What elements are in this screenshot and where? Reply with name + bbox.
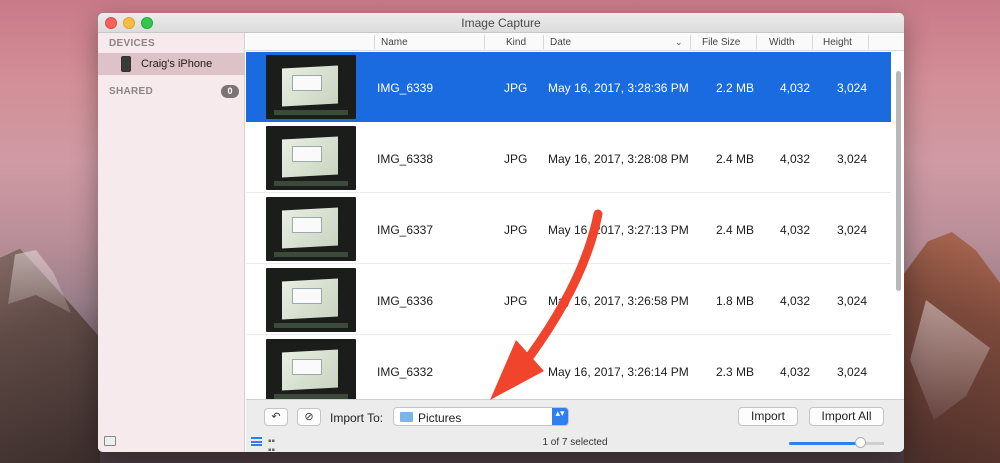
sort-chevron-icon[interactable]: ⌄ [675, 37, 683, 48]
phone-icon [121, 56, 131, 72]
device-name: Craig's iPhone [141, 58, 213, 70]
cell-file-size: 2.2 MB [715, 81, 754, 95]
cell-name: IMG_6338 [377, 152, 434, 166]
import-all-button[interactable]: Import All [809, 407, 884, 426]
cell-name: IMG_6332 [377, 365, 434, 379]
rotate-icon: ↶ [271, 411, 281, 423]
thumbnail [266, 55, 356, 119]
table-row[interactable]: IMG_6339 JPG May 16, 2017, 3:28:36 PM 2.… [246, 52, 891, 122]
column-divider [690, 35, 691, 49]
folder-icon [400, 412, 413, 422]
table-row[interactable]: IMG_6337 JPG May 16, 2017, 3:27:13 PM 2.… [246, 194, 891, 264]
cell-height: 3,024 [836, 365, 867, 379]
cell-file-size: 1.8 MB [715, 294, 754, 308]
column-divider [374, 35, 375, 49]
sidebar-toggle-icon[interactable] [104, 436, 116, 446]
cell-kind: JPG [504, 223, 528, 237]
column-divider [543, 35, 544, 49]
cell-kind: JPG [504, 294, 528, 308]
column-kind[interactable]: Kind [506, 37, 526, 48]
cell-date: May 16, 2017, 3:27:13 PM [548, 223, 689, 237]
select-arrows-icon: ▴▾ [552, 408, 568, 425]
cell-height: 3,024 [836, 223, 867, 237]
cell-kind: JPG [504, 81, 528, 95]
column-divider [812, 35, 813, 49]
column-date[interactable]: Date [550, 37, 571, 48]
cell-date: May 16, 2017, 3:26:58 PM [548, 294, 689, 308]
cell-date: May 16, 2017, 3:28:36 PM [548, 81, 689, 95]
cell-file-size: 2.4 MB [715, 152, 754, 166]
column-file-size[interactable]: File Size [702, 37, 740, 48]
sidebar-item-device[interactable]: Craig's iPhone [98, 53, 245, 75]
cell-width: 4,032 [779, 294, 810, 308]
column-height[interactable]: Height [823, 37, 852, 48]
cell-height: 3,024 [836, 81, 867, 95]
cell-file-size: 2.3 MB [715, 365, 754, 379]
import-destination-value: Pictures [418, 411, 462, 425]
delete-icon: ⊘ [304, 411, 314, 423]
cell-width: 4,032 [779, 223, 810, 237]
thumbnail [266, 197, 356, 261]
devices-heading: DEVICES [109, 38, 156, 49]
column-divider [756, 35, 757, 49]
sidebar: DEVICES Craig's iPhone SHARED 0 [98, 33, 245, 452]
thumbnail [266, 126, 356, 190]
cell-width: 4,032 [779, 81, 810, 95]
cell-date: May 16, 2017, 3:26:14 PM [548, 365, 689, 379]
vertical-scrollbar[interactable] [896, 71, 901, 291]
cell-date: May 16, 2017, 3:28:08 PM [548, 152, 689, 166]
column-width[interactable]: Width [769, 37, 795, 48]
rotate-button[interactable]: ↶ [264, 408, 288, 426]
column-divider [868, 35, 869, 49]
cell-name: IMG_6336 [377, 294, 434, 308]
thumbnail [266, 268, 356, 332]
table-row[interactable]: IMG_6338 JPG May 16, 2017, 3:28:08 PM 2.… [246, 123, 891, 193]
cell-height: 3,024 [836, 294, 867, 308]
table-row[interactable]: IMG_6336 JPG May 16, 2017, 3:26:58 PM 1.… [246, 265, 891, 335]
import-to-label: Import To: [330, 411, 384, 425]
column-name[interactable]: Name [381, 37, 408, 48]
thumbnail-size-slider-knob[interactable] [855, 437, 866, 448]
cell-name: IMG_6337 [377, 223, 434, 237]
window-title: Image Capture [461, 16, 541, 30]
cell-kind: JPG [504, 365, 528, 379]
delete-button[interactable]: ⊘ [297, 408, 321, 426]
table-row[interactable]: IMG_6332 JPG May 16, 2017, 3:26:14 PM 2.… [246, 336, 891, 406]
cell-width: 4,032 [779, 365, 810, 379]
import-destination-select[interactable]: Pictures ▴▾ [393, 407, 569, 426]
bottom-toolbar: ↶ ⊘ Import To: Pictures ▴▾ Import Import… [246, 399, 904, 452]
cell-file-size: 2.4 MB [715, 223, 754, 237]
title-bar: Image Capture [98, 13, 904, 33]
cell-name: IMG_6339 [377, 81, 434, 95]
shared-heading: SHARED [109, 86, 154, 97]
cell-width: 4,032 [779, 152, 810, 166]
image-capture-window: Image Capture DEVICES Craig's iPhone SHA… [98, 13, 904, 452]
column-divider [484, 35, 485, 49]
thumbnail [266, 339, 356, 403]
image-list: Name Kind Date ⌄ File Size Width Height … [246, 33, 904, 415]
shared-count-badge: 0 [221, 85, 239, 98]
import-button[interactable]: Import [738, 407, 798, 426]
cell-height: 3,024 [836, 152, 867, 166]
column-header: Name Kind Date ⌄ File Size Width Height [246, 33, 904, 51]
cell-kind: JPG [504, 152, 528, 166]
